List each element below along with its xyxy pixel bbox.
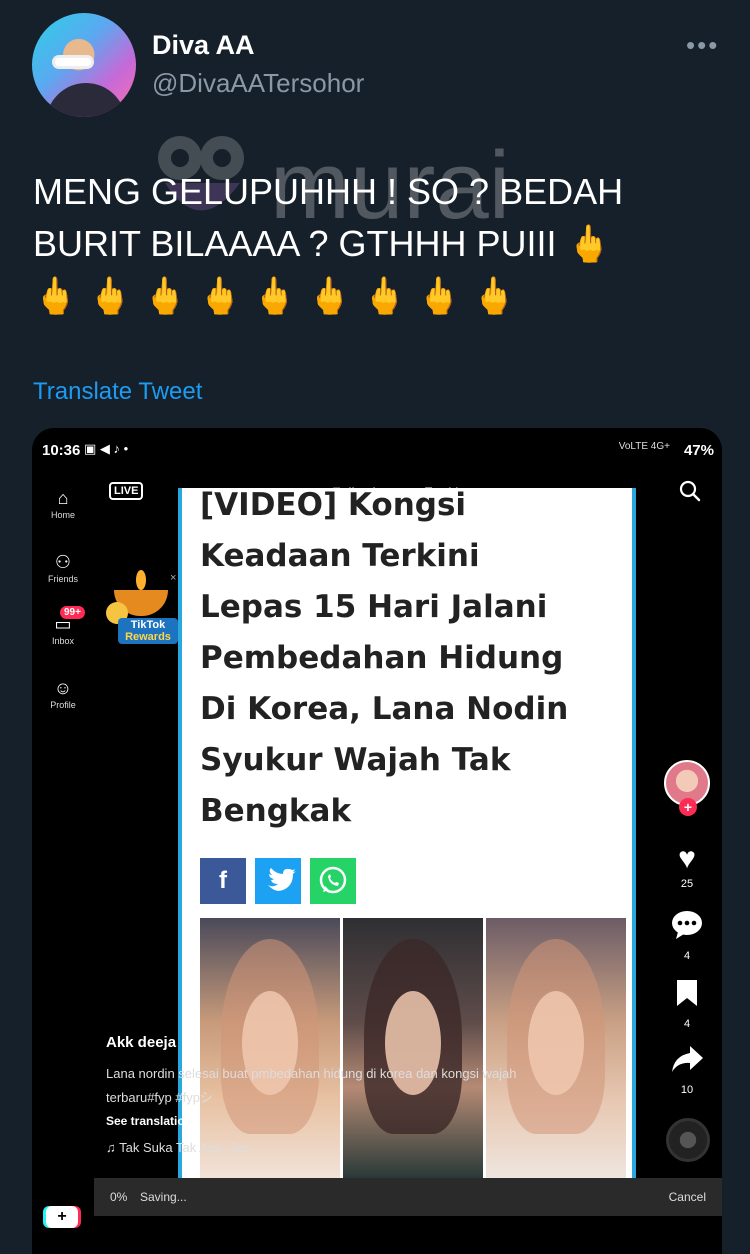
translate-tweet-link[interactable]: Translate Tweet — [33, 378, 202, 406]
display-name[interactable]: Diva AA — [152, 30, 255, 61]
comment-count: 4 — [683, 950, 691, 962]
status-time: 10:36 — [42, 442, 81, 459]
bookmark-count: 4 — [683, 1018, 691, 1030]
status-battery: 47% — [683, 442, 714, 459]
create-button[interactable]: + — [46, 1206, 78, 1228]
caption-line: terbaru#fyp #fypシ — [106, 1090, 213, 1105]
tweet-text: MENG GELUPUHHH ! SO ? BEDAH BURIT BILAAA… — [33, 166, 723, 322]
rail-label: Inbox — [51, 636, 75, 646]
rewards-line1: TikTok — [130, 619, 166, 631]
see-translation-link[interactable]: See translatio — [106, 1114, 185, 1128]
share-count: 10 — [680, 1084, 694, 1096]
tiktok-rewards-badge[interactable]: TikTok Rewards — [106, 570, 178, 650]
caption-line: Lana nordin selesai buat pmbedahan hidun… — [106, 1066, 517, 1081]
music-title[interactable]: ♫ Tak Suka Tak Apa_Scr... — [106, 1140, 259, 1155]
rewards-line2: Rewards — [125, 631, 171, 643]
friends-icon: ⚇ — [54, 552, 72, 572]
facebook-share-icon: f — [200, 858, 246, 904]
twitter-share-icon — [255, 858, 301, 904]
article-title-line: Pembedahan Hidung — [200, 640, 564, 676]
flame-icon — [136, 570, 146, 590]
status-notification-icons: ▣ ◀ ♪ • — [84, 441, 129, 456]
inbox-badge: 99+ — [60, 606, 85, 619]
more-options-icon[interactable]: ••• — [686, 30, 719, 61]
photo-woman-3 — [486, 918, 626, 1178]
article-title-line: Keadaan Terkini — [200, 538, 480, 574]
saving-progress-bar: 0% Saving... Cancel — [94, 1178, 722, 1216]
tiktok-side-rail: ⌂ Home ⚇ Friends ▭ 99+ Inbox ☺ Profile + — [32, 472, 94, 1254]
saving-percent: 0% — [110, 1190, 128, 1204]
cancel-button[interactable]: Cancel — [669, 1190, 706, 1204]
rail-item-home[interactable]: ⌂ Home — [32, 486, 94, 520]
tweet-media-image[interactable]: 10:36 ▣ ◀ ♪ • VoLTE 4G+ 47% ⌂ Home ⚇ Fri… — [32, 428, 722, 1254]
tweet-text-line: 🖕 🖕 🖕 🖕 🖕 🖕 🖕 🖕 🖕 — [33, 275, 517, 316]
photo-woman-1 — [200, 918, 340, 1178]
article-title-line: Bengkak — [200, 793, 352, 829]
home-icon: ⌂ — [57, 488, 69, 508]
comment-button[interactable]: 4 — [662, 910, 712, 962]
comment-icon — [662, 910, 712, 948]
user-handle[interactable]: @DivaAATersohor — [152, 68, 364, 99]
caption-description: Lana nordin selesai buat pmbedahan hidun… — [106, 1062, 606, 1110]
rail-label: Home — [50, 510, 75, 520]
article-title-line: Lepas 15 Hari Jalani — [200, 589, 548, 625]
whatsapp-logo-icon — [319, 866, 347, 894]
search-icon[interactable] — [679, 480, 701, 502]
rail-item-friends[interactable]: ⚇ Friends — [32, 550, 94, 584]
article-title: [VIDEO] Kongsi Keadaan Terkini Lepas 15 … — [200, 488, 632, 837]
tweet-text-line: BURIT BILAAAA ? GTHHH PUIII 🖕 — [33, 223, 612, 264]
bookmark-button[interactable]: 4 — [662, 978, 712, 1030]
follow-plus-icon[interactable]: + — [679, 798, 697, 816]
article-title-line: [VIDEO] Kongsi — [200, 488, 467, 523]
profile-icon: ☺ — [53, 678, 73, 698]
live-icon[interactable]: LIVE — [109, 482, 144, 500]
heart-icon: ♥ — [678, 842, 696, 875]
rail-label: Friends — [47, 574, 78, 584]
share-button[interactable]: 10 — [662, 1044, 712, 1096]
tweet-text-line: MENG GELUPUHHH ! SO ? BEDAH — [33, 171, 624, 212]
rail-item-profile[interactable]: ☺ Profile — [32, 676, 94, 710]
avatar-figure — [46, 83, 126, 117]
bookmark-icon — [662, 978, 712, 1016]
music-disc-icon[interactable] — [666, 1118, 710, 1162]
caption-username[interactable]: Akk deeja — [106, 1034, 176, 1051]
close-icon[interactable]: × — [170, 572, 176, 584]
whatsapp-share-icon — [310, 858, 356, 904]
status-network: VoLTE 4G+ — [618, 441, 670, 452]
twitter-bird-icon — [268, 868, 296, 891]
like-button[interactable]: ♥ 25 — [662, 842, 712, 890]
avatar[interactable] — [32, 13, 136, 117]
rewards-tag: TikTok Rewards — [118, 618, 178, 644]
article-title-line: Di Korea, Lana Nodin — [200, 691, 569, 727]
photo-woman-2 — [343, 918, 483, 1178]
article-title-line: Syukur Wajah Tak — [200, 742, 511, 778]
saving-label: Saving... — [140, 1190, 187, 1204]
rail-item-inbox[interactable]: ▭ 99+ Inbox — [32, 606, 94, 646]
share-arrow-icon — [662, 1044, 712, 1082]
avatar-glasses — [52, 55, 94, 69]
phone-status-bar: 10:36 ▣ ◀ ♪ • VoLTE 4G+ 47% — [32, 428, 722, 472]
like-count: 25 — [680, 878, 694, 890]
rail-label: Profile — [50, 700, 76, 710]
article-photos — [200, 918, 626, 1178]
